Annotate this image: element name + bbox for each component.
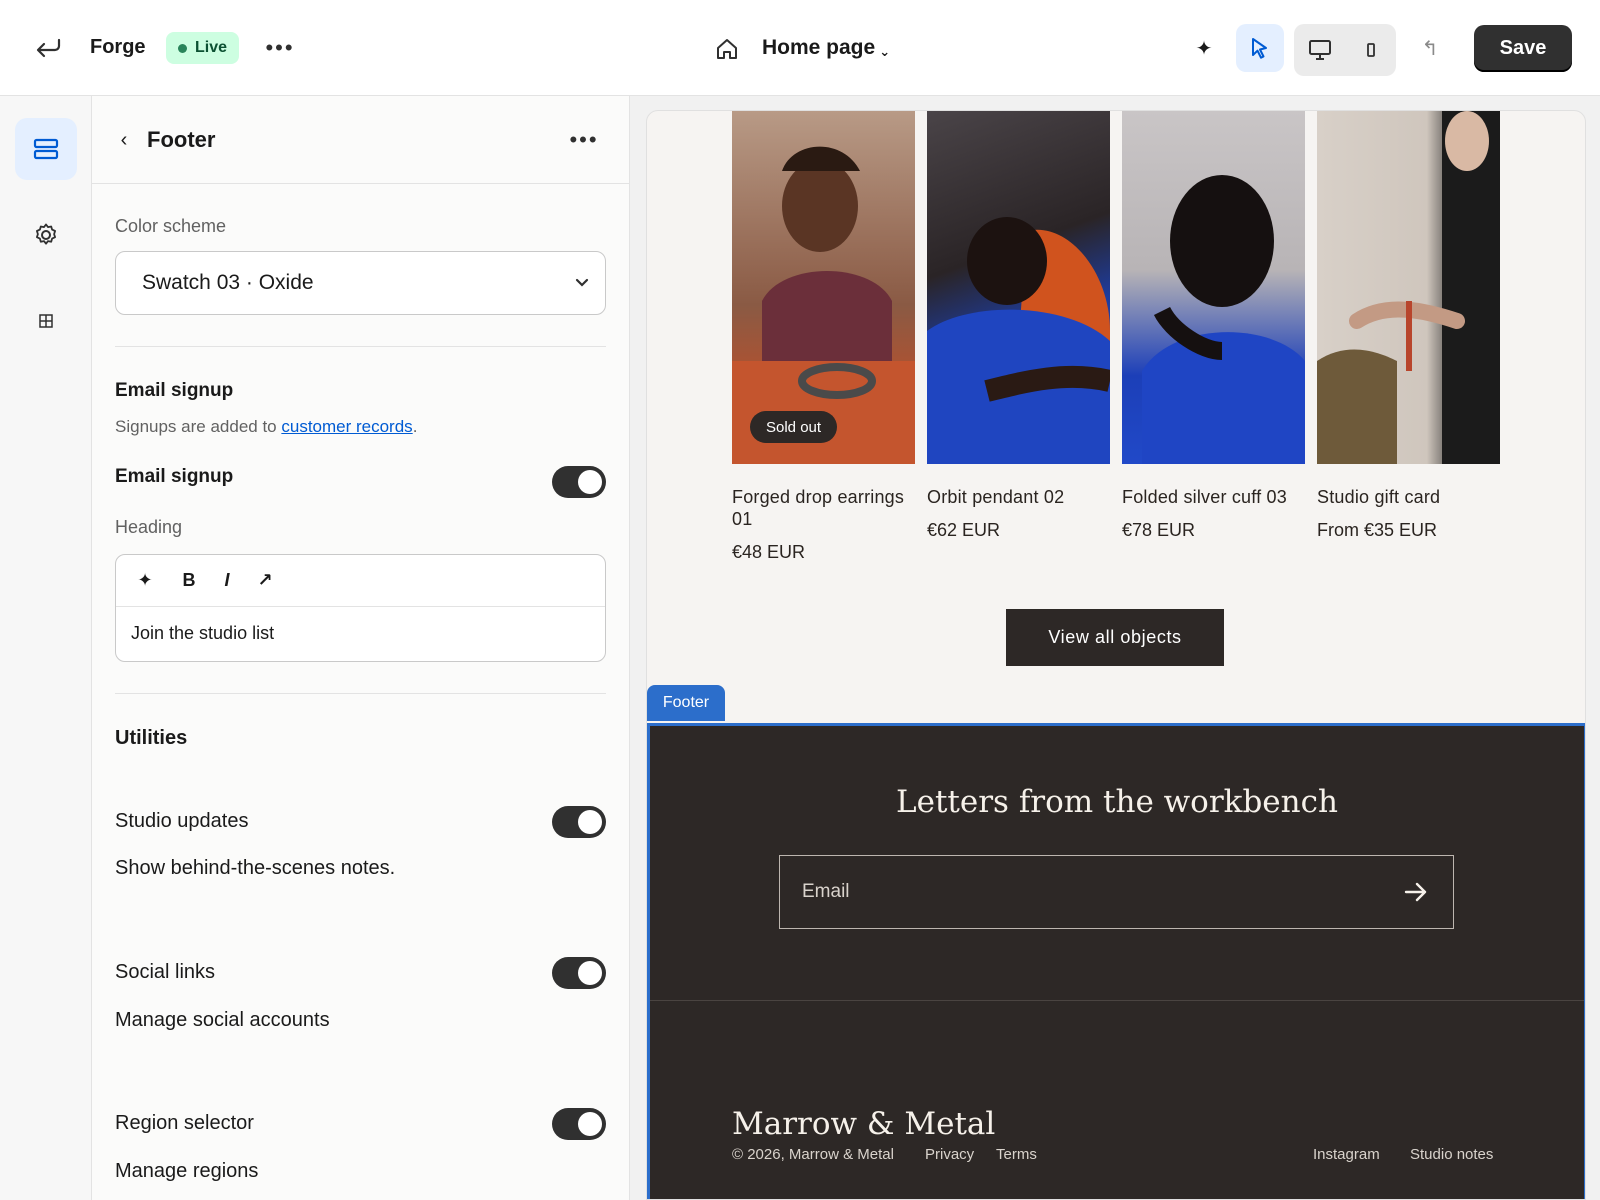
footer-divider — [650, 1000, 1584, 1001]
product-price: €62 EUR — [927, 520, 1001, 540]
product-image — [1317, 111, 1500, 464]
social-links-label: Social links — [115, 961, 216, 983]
region-selector-desc[interactable]: Manage regions — [115, 1160, 258, 1183]
inspector-button[interactable] — [1236, 24, 1284, 72]
studio-updates-label: Studio updates — [115, 810, 249, 832]
color-scheme-label: Color scheme — [115, 216, 227, 236]
email-signup-toggle[interactable] — [552, 466, 606, 498]
undo-icon[interactable]: ↰ — [1414, 32, 1446, 64]
page-selector[interactable]: Home page ⌄ — [762, 36, 890, 60]
product-image: Sold out — [732, 111, 915, 464]
copyright: © 2026, Marrow & Metal — [732, 1146, 894, 1163]
product-card[interactable]: Studio gift card From €35 EUR — [1317, 111, 1500, 541]
email-signup-section-title: Email signup — [115, 380, 234, 401]
studio-updates-desc: Show behind-the-scenes notes. — [115, 857, 396, 879]
more-actions-button[interactable]: ••• — [258, 32, 302, 64]
product-image — [927, 111, 1110, 464]
sections-icon — [33, 138, 59, 160]
social-links-desc[interactable]: Manage social accounts — [115, 1009, 330, 1032]
color-scheme-value: Swatch 03 · Oxide — [142, 271, 314, 294]
newsletter-heading: Letters from the workbench — [896, 784, 1338, 820]
page-name: Home page — [762, 36, 876, 59]
settings-panel: ‹ Footer ••• Color scheme Swatch 03 · Ox… — [92, 96, 630, 1200]
divider — [115, 693, 606, 694]
home-icon — [712, 34, 742, 64]
color-scheme-select[interactable]: Swatch 03 · Oxide — [115, 251, 606, 315]
link-icon[interactable]: ↗ — [248, 564, 282, 598]
product-title[interactable]: Studio gift card — [1317, 486, 1500, 508]
chevron-down-icon — [575, 278, 589, 287]
store-preview: Sold out Forged drop earrings 01 €48 EUR… — [646, 110, 1586, 1200]
product-title[interactable]: Folded silver cuff 03 — [1122, 486, 1305, 508]
rail-item-theme-settings[interactable] — [15, 204, 77, 266]
panel-header: ‹ Footer ••• — [92, 96, 629, 184]
heading-editor: ✦ B I ↗ Join the studio list — [115, 554, 606, 662]
product-title[interactable]: Orbit pendant 02 — [927, 486, 1110, 508]
top-bar: Forge Live ••• Home page ⌄ ✦ ↰ Save — [0, 0, 1600, 96]
email-signup-helper: Signups are added to customer records. — [115, 417, 418, 436]
product-card[interactable]: Orbit pendant 02 €62 EUR — [927, 111, 1110, 541]
section-tag[interactable]: Footer — [647, 685, 725, 721]
product-price: €48 EUR — [732, 542, 806, 562]
desktop-icon — [1308, 40, 1331, 60]
rail-item-sections[interactable] — [15, 118, 77, 180]
customer-records-link[interactable]: customer records — [281, 417, 412, 436]
privacy-link[interactable]: Privacy — [925, 1146, 974, 1163]
heading-text[interactable]: Join the studio list — [131, 623, 274, 644]
panel-more-button[interactable]: ••• — [562, 126, 606, 154]
mobile-icon — [1366, 43, 1375, 57]
footer-section[interactable]: Letters from the workbench Marrow & Meta… — [647, 723, 1585, 1199]
product-card[interactable]: Folded silver cuff 03 €78 EUR — [1122, 111, 1305, 541]
studio-notes-link[interactable]: Studio notes — [1410, 1146, 1493, 1163]
product-price: €78 EUR — [1122, 520, 1196, 540]
email-input[interactable] — [802, 881, 1401, 903]
heading-label: Heading — [115, 517, 183, 537]
panel-title: Footer — [147, 127, 216, 152]
terms-link[interactable]: Terms — [996, 1146, 1037, 1163]
store-name[interactable]: Forge — [90, 36, 146, 59]
live-dot-icon — [178, 43, 187, 53]
product-image — [1122, 111, 1305, 464]
ai-sparkle-icon[interactable]: ✦ — [128, 564, 162, 598]
divider — [115, 346, 606, 347]
status-badge-label: Live — [195, 39, 228, 56]
email-signup-toggle-label: Email signup — [115, 466, 234, 487]
instagram-link[interactable]: Instagram — [1313, 1146, 1380, 1163]
bold-button[interactable]: B — [172, 564, 206, 598]
gear-icon — [36, 223, 56, 245]
studio-updates-toggle[interactable] — [552, 806, 606, 838]
cursor-icon — [1252, 38, 1267, 59]
product-title[interactable]: Forged drop earrings 01 — [732, 486, 915, 530]
footer-brand: Marrow & Metal — [732, 1106, 996, 1142]
mobile-view-button[interactable] — [1345, 24, 1396, 76]
arrow-right-icon[interactable] — [1401, 877, 1431, 907]
chevron-down-icon: ⌄ — [879, 44, 891, 59]
region-selector-toggle[interactable] — [552, 1108, 606, 1140]
save-button[interactable]: Save — [1474, 25, 1572, 72]
newsletter-form — [779, 855, 1454, 929]
device-toggle — [1294, 24, 1396, 76]
sparkle-icon[interactable]: ✦ — [1186, 30, 1222, 66]
icon-rail — [0, 96, 92, 1200]
product-card[interactable]: Sold out Forged drop earrings 01 €48 EUR — [732, 111, 915, 563]
apps-icon — [39, 314, 53, 328]
view-all-button[interactable]: View all objects — [1006, 609, 1224, 666]
exit-icon[interactable] — [30, 30, 66, 66]
status-badge: Live — [166, 32, 240, 64]
desktop-view-button[interactable] — [1294, 24, 1345, 76]
back-chevron-icon[interactable]: ‹ — [110, 126, 138, 154]
region-selector-label: Region selector — [115, 1112, 254, 1134]
social-links-toggle[interactable] — [552, 957, 606, 989]
utilities-title: Utilities — [115, 727, 188, 749]
rail-item-apps[interactable] — [15, 290, 77, 352]
italic-button[interactable]: I — [210, 564, 244, 598]
product-price: From €35 EUR — [1317, 520, 1438, 540]
editor-toolbar: ✦ B I ↗ — [116, 555, 605, 607]
sold-out-badge: Sold out — [750, 411, 838, 443]
